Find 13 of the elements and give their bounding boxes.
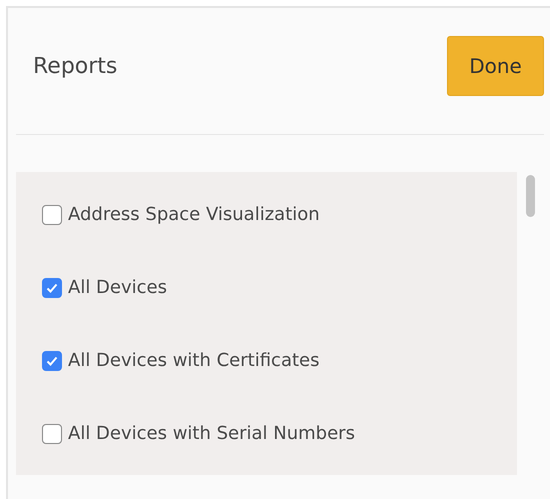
checkbox[interactable] <box>42 424 62 444</box>
checkbox[interactable] <box>42 278 62 298</box>
report-label: Address Space Visualization <box>68 203 320 227</box>
done-button[interactable]: Done <box>447 36 544 96</box>
check-icon <box>46 356 58 366</box>
report-label: All Devices with Certificates <box>68 349 320 373</box>
panel-title: Reports <box>33 54 118 78</box>
scroll-thumb[interactable] <box>526 175 535 217</box>
check-icon <box>46 283 58 293</box>
checkbox[interactable] <box>42 205 62 225</box>
report-label: All Devices with Serial Numbers <box>68 422 355 446</box>
report-label: All Devices <box>68 276 167 300</box>
checkbox[interactable] <box>42 351 62 371</box>
